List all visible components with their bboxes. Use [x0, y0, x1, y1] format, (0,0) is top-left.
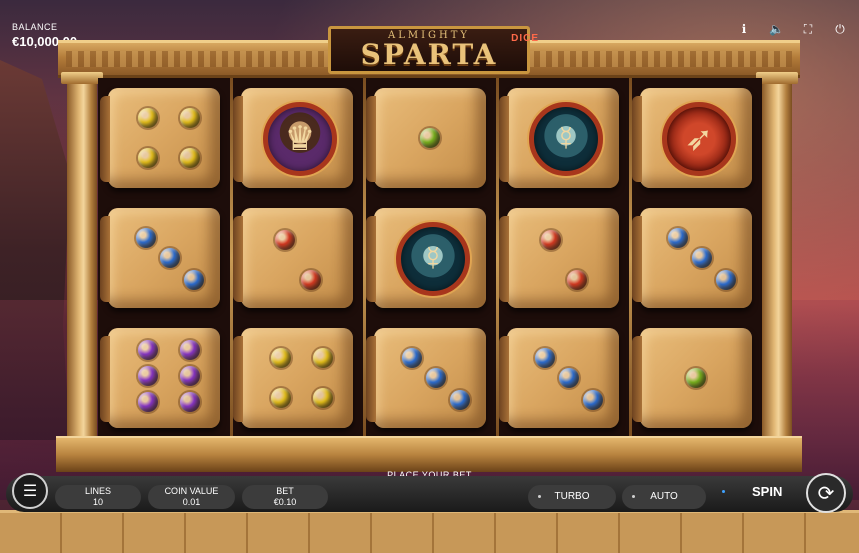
coin-value-selector[interactable]: COIN VALUE 0.01 [148, 485, 235, 509]
bet-value: €0.10 [273, 497, 297, 507]
die-symbol [499, 328, 619, 428]
power-icon[interactable]: ⏻ [833, 22, 847, 37]
logo-tag: DICE [511, 33, 539, 44]
die-pip [313, 348, 333, 368]
auto-indicator [632, 495, 635, 498]
die-symbol: ☿ [499, 88, 619, 188]
die-symbol [100, 208, 220, 308]
king-icon: ♛ [263, 102, 337, 176]
die-pip [138, 148, 158, 168]
die-symbol [632, 208, 752, 308]
turbo-indicator [538, 495, 541, 498]
top-toolbar: ℹ 🔈 ⛶ ⏻ [737, 22, 847, 37]
spear-icon: ➶ [662, 102, 736, 176]
die-pip [136, 228, 156, 248]
die-pip [138, 366, 158, 386]
medusa-icon: ☿ [396, 222, 470, 296]
menu-button[interactable]: ☰ [12, 473, 48, 509]
die-pip [180, 366, 200, 386]
temple-column-left [61, 72, 103, 436]
die-symbol: ➶ [632, 88, 752, 188]
medusa-icon: ☿ [529, 102, 603, 176]
temple-base [56, 436, 802, 472]
die-symbol: ♛ [233, 88, 353, 188]
hamburger-icon: ☰ [22, 483, 38, 500]
die-pip [426, 368, 446, 388]
reel-grid: ♛ ☿ ➶ ☿ [98, 78, 762, 438]
temple-column-right [756, 72, 798, 436]
die-symbol [233, 328, 353, 428]
die-pip [668, 228, 688, 248]
logo-title: SPARTA [360, 38, 498, 71]
die-pip [138, 108, 158, 128]
turbo-label: TURBO [554, 491, 590, 502]
turbo-button[interactable]: TURBO [528, 485, 616, 509]
spin-indicator [722, 490, 725, 493]
die-pip [313, 388, 333, 408]
die-pip [686, 368, 706, 388]
die-pip [184, 270, 204, 290]
coin-value-label: COIN VALUE [164, 486, 219, 496]
coin-value-value: 0.01 [182, 497, 201, 507]
die-symbol [366, 88, 486, 188]
info-icon[interactable]: ℹ [737, 22, 751, 37]
die-pip [716, 270, 736, 290]
lines-selector[interactable]: LINES 10 [55, 485, 141, 509]
die-pip [541, 230, 561, 250]
die-pip [275, 230, 295, 250]
die-pip [420, 128, 440, 148]
die-symbol [632, 328, 752, 428]
die-pip [271, 388, 291, 408]
die-pip [180, 108, 200, 128]
die-pip [180, 340, 200, 360]
bet-label: BET [276, 486, 294, 496]
lines-value: 10 [92, 497, 103, 507]
die-pip [535, 348, 555, 368]
die-pip [180, 148, 200, 168]
balance-label: BALANCE [12, 22, 58, 32]
die-pip [450, 390, 470, 410]
die-symbol: ☿ [366, 208, 486, 308]
die-pip [402, 348, 422, 368]
die-symbol [233, 208, 353, 308]
die-pip [301, 270, 321, 290]
die-pip [271, 348, 291, 368]
die-pip [567, 270, 587, 290]
die-pip [692, 248, 712, 268]
die-symbol [100, 88, 220, 188]
die-pip [559, 368, 579, 388]
auto-label: AUTO [650, 491, 678, 502]
auto-button[interactable]: AUTO [622, 485, 706, 509]
fullscreen-icon[interactable]: ⛶ [801, 22, 815, 37]
die-pip [180, 392, 200, 412]
bet-selector[interactable]: BET €0.10 [242, 485, 328, 509]
spin-label[interactable]: SPIN [752, 484, 782, 499]
die-symbol [366, 328, 486, 428]
die-pip [583, 390, 603, 410]
spin-button[interactable]: ⟳ [806, 473, 846, 513]
die-pip [138, 392, 158, 412]
die-pip [138, 340, 158, 360]
die-symbol [100, 328, 220, 428]
temple-floor [0, 510, 859, 553]
lines-label: LINES [84, 486, 111, 496]
game-logo: ALMIGHTY SPARTA DICE [328, 26, 538, 74]
refresh-icon: ⟳ [817, 482, 835, 505]
die-pip [160, 248, 180, 268]
die-symbol [499, 208, 619, 308]
sound-icon[interactable]: 🔈 [769, 22, 784, 37]
